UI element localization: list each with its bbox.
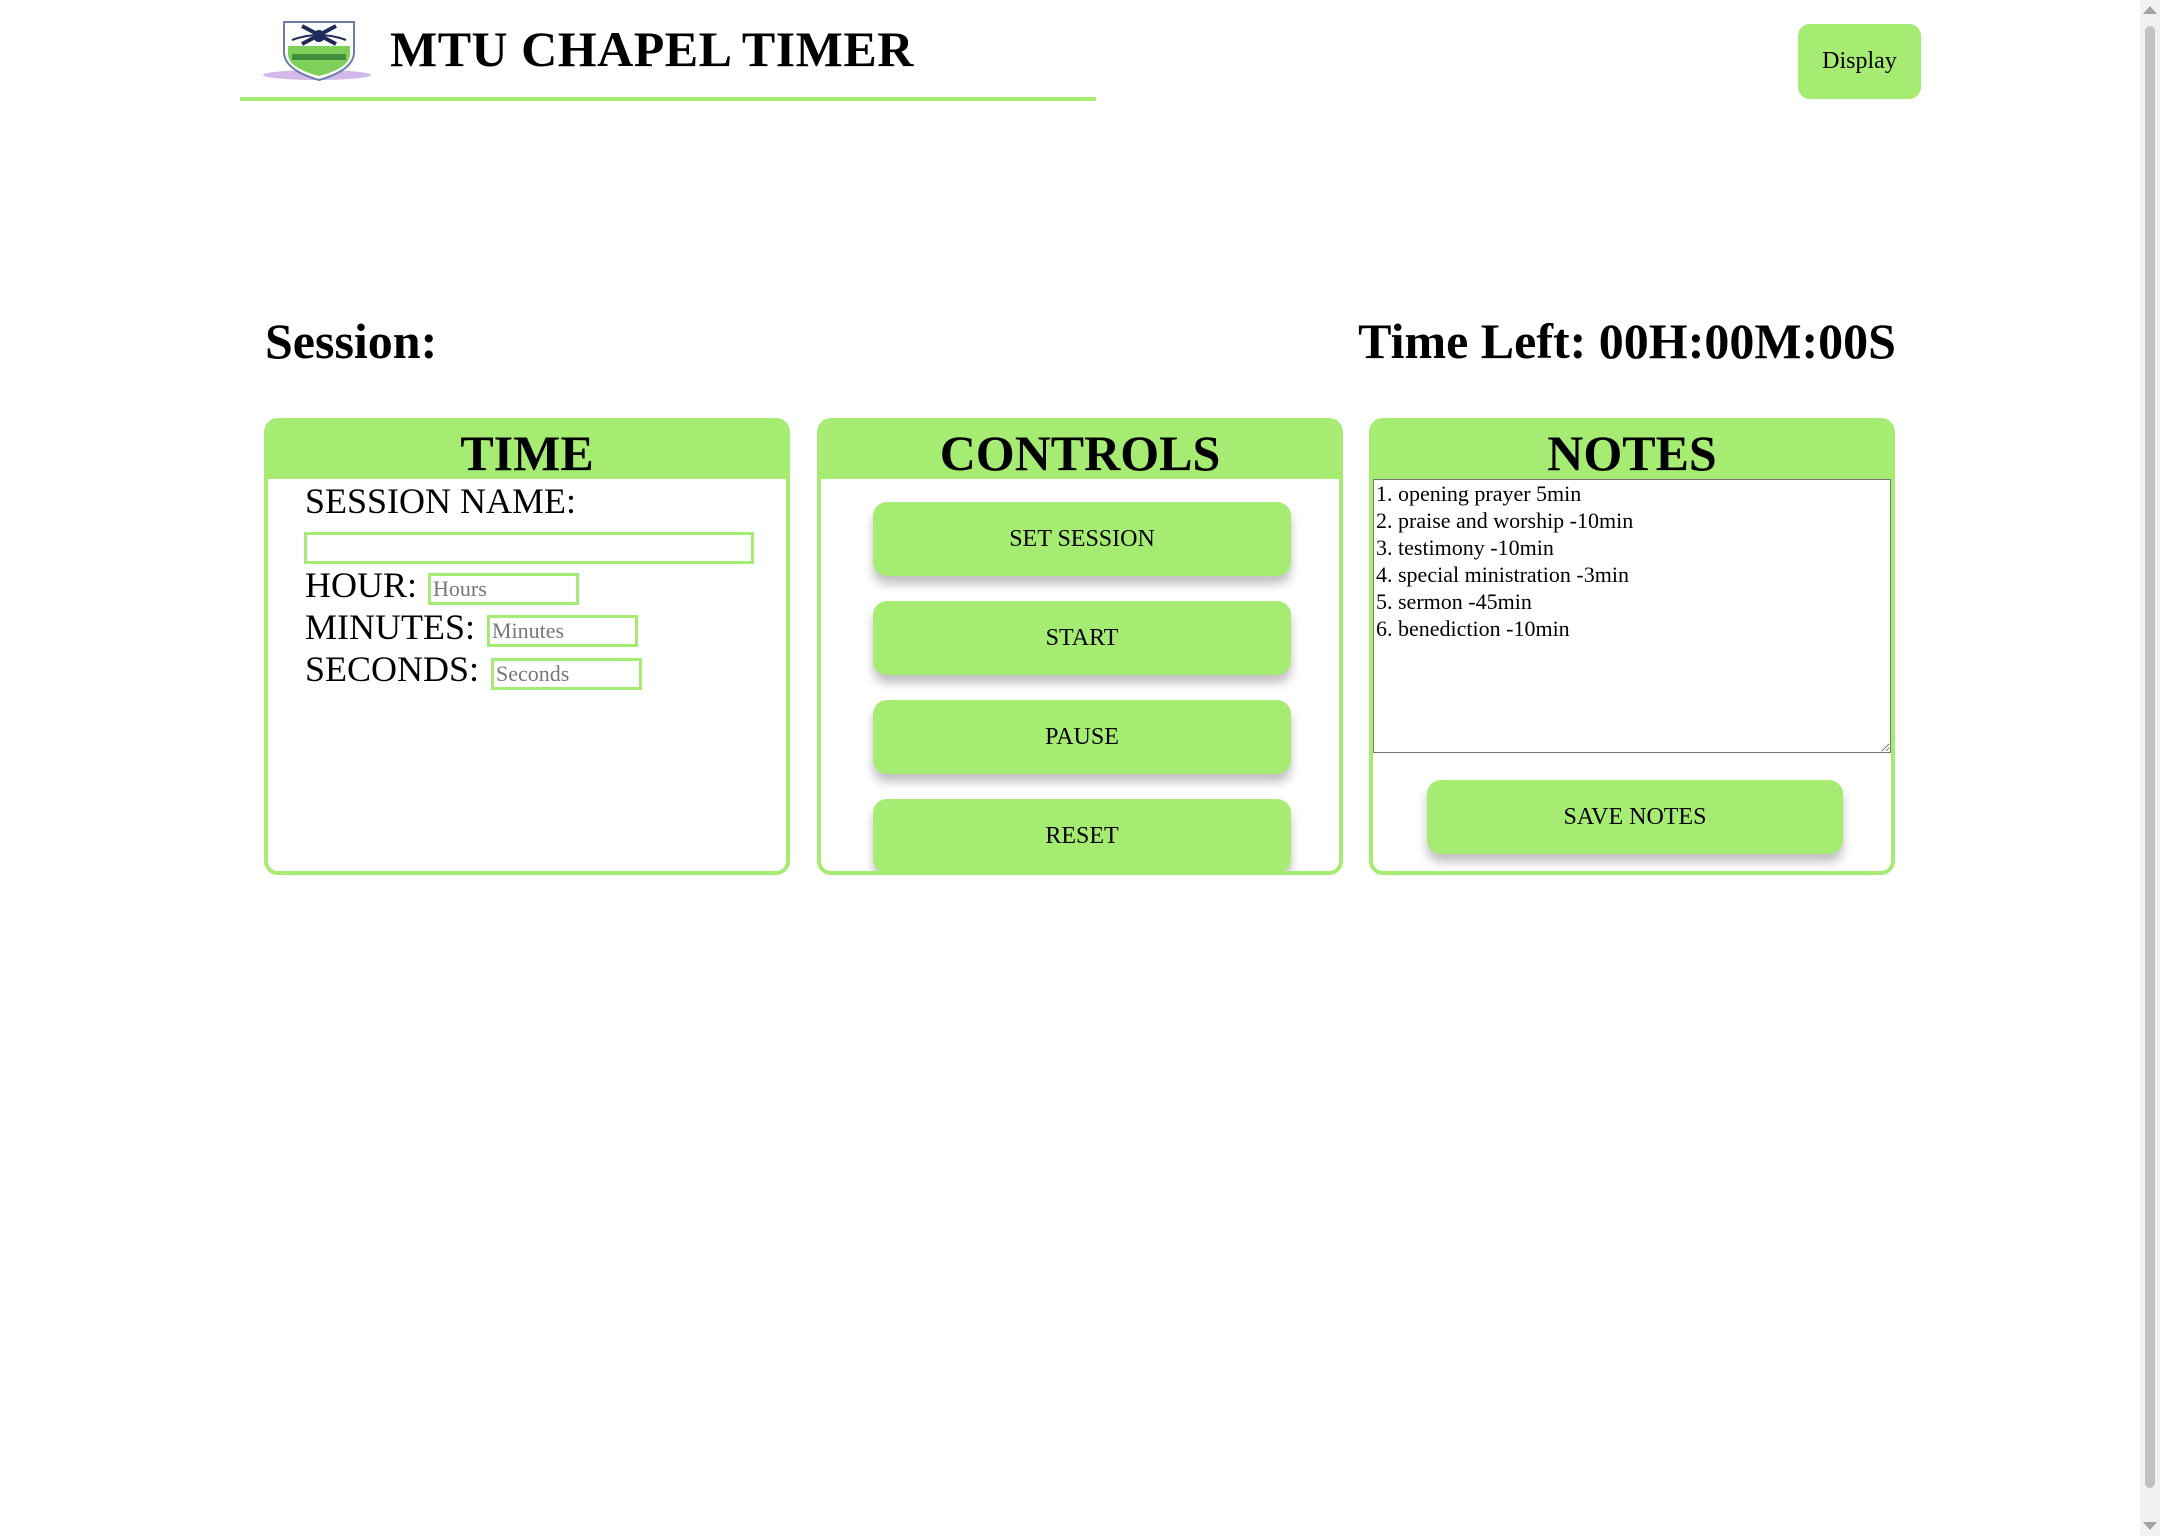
scroll-up-arrow-icon[interactable] <box>2143 6 2157 14</box>
reset-button[interactable]: RESET <box>873 799 1291 871</box>
page-scrollbar[interactable] <box>2140 0 2160 1536</box>
notes-textarea[interactable]: 1. opening prayer 5min 2. praise and wor… <box>1373 479 1891 753</box>
time-panel: TIME SESSION NAME: HOUR: MINUTES: SECOND… <box>264 418 790 875</box>
app-title: MTU CHAPEL TIMER <box>390 21 914 77</box>
session-name-input[interactable] <box>304 532 754 564</box>
time-left-readout: Time Left: 00H:00M:00S <box>1358 313 1896 369</box>
start-button[interactable]: START <box>873 601 1291 675</box>
page: MTU CHAPEL TIMER Display Session: Time L… <box>0 0 2160 1536</box>
mtu-crest-logo-icon <box>263 21 371 82</box>
session-name-label: SESSION NAME: <box>305 481 577 521</box>
controls-panel: CONTROLS SET SESSION START PAUSE RESET <box>817 418 1343 875</box>
display-button[interactable]: Display <box>1798 24 1921 99</box>
set-session-button[interactable]: SET SESSION <box>873 502 1291 576</box>
scroll-thumb[interactable] <box>2145 26 2155 1488</box>
scroll-down-arrow-icon[interactable] <box>2143 1522 2157 1530</box>
app-header: MTU CHAPEL TIMER <box>240 0 1096 101</box>
controls-panel-title: CONTROLS <box>821 422 1339 481</box>
hour-label: HOUR: <box>305 565 418 605</box>
minutes-label: MINUTES: <box>305 607 475 647</box>
minutes-input[interactable] <box>487 615 638 647</box>
notes-panel-title: NOTES <box>1373 422 1891 481</box>
seconds-input[interactable] <box>491 658 642 690</box>
hour-input[interactable] <box>428 573 579 605</box>
time-panel-title: TIME <box>268 422 786 481</box>
save-notes-button[interactable]: SAVE NOTES <box>1427 780 1843 854</box>
session-label: Session: <box>265 313 438 369</box>
seconds-label: SECONDS: <box>305 649 480 689</box>
pause-button[interactable]: PAUSE <box>873 700 1291 774</box>
notes-panel: NOTES 1. opening prayer 5min 2. praise a… <box>1369 418 1895 875</box>
